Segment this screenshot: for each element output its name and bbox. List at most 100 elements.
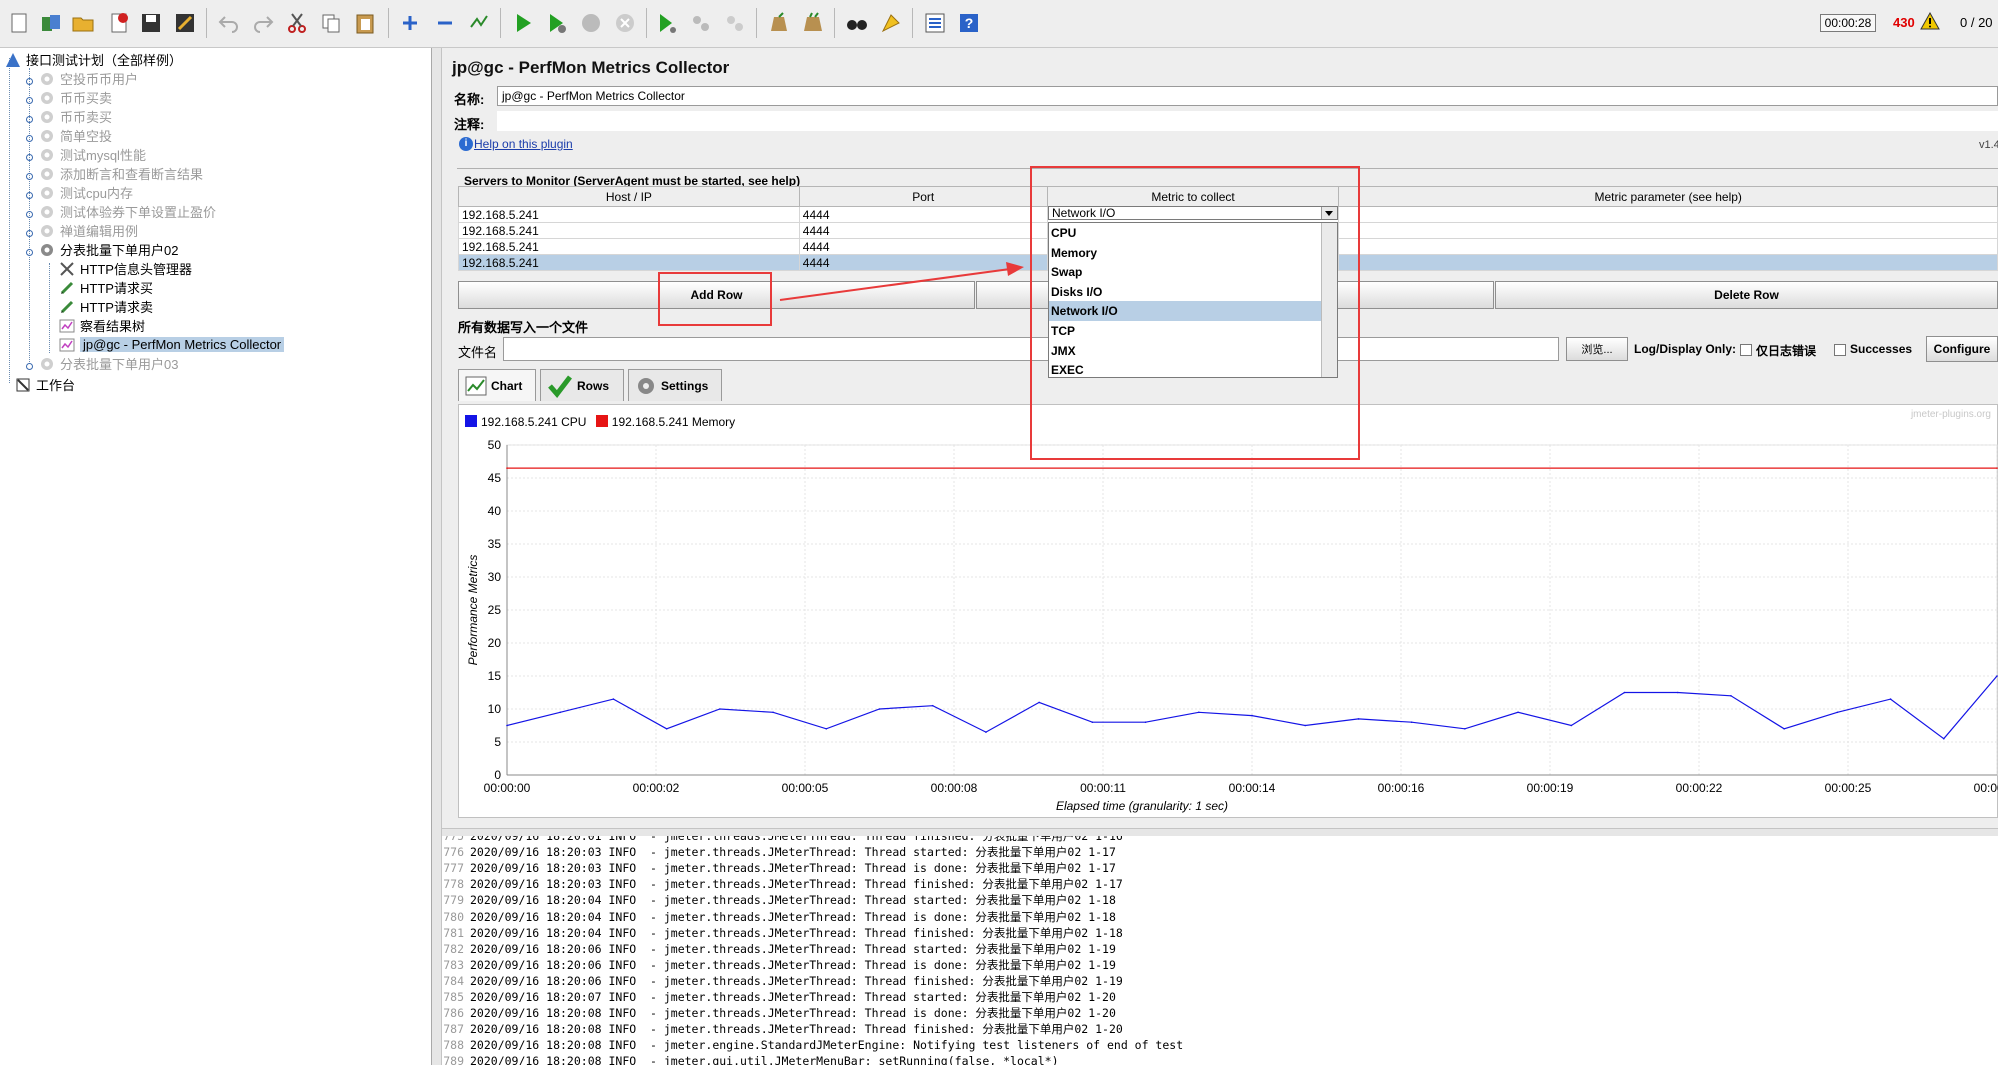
paste-icon[interactable]: [350, 8, 380, 38]
close-file-icon[interactable]: [104, 8, 134, 38]
table-cell-param[interactable]: [1338, 254, 1998, 271]
tree-node[interactable]: 添加断言和查看断言结果: [38, 164, 203, 183]
toolbar: ? 00:00:28 430 0 / 20: [0, 0, 1998, 48]
listener-icon: [58, 317, 76, 335]
help-icon[interactable]: ?: [954, 8, 984, 38]
configure-button[interactable]: Configure: [1926, 336, 1998, 362]
tree-node[interactable]: 察看结果树: [58, 316, 145, 335]
copy-icon[interactable]: [316, 8, 346, 38]
name-field[interactable]: jp@gc - PerfMon Metrics Collector: [497, 86, 1998, 106]
comment-field[interactable]: [497, 111, 1998, 131]
tree-node[interactable]: HTTP信息头管理器: [58, 259, 192, 278]
tree-node[interactable]: 空投币币用户: [38, 69, 138, 88]
expand-all-icon[interactable]: [395, 8, 425, 38]
cut-icon[interactable]: [282, 8, 312, 38]
table-cell-param[interactable]: [1338, 238, 1998, 255]
tree-expand-toggle[interactable]: [25, 93, 34, 104]
open-folder-icon[interactable]: [68, 8, 98, 38]
tree-expand-toggle[interactable]: [25, 226, 34, 237]
thread-group-icon: [38, 146, 56, 164]
column-header[interactable]: Host / IP: [458, 186, 800, 207]
templates-icon[interactable]: [36, 8, 66, 38]
table-cell-host[interactable]: 192.168.5.241: [458, 206, 800, 223]
tree-node[interactable]: 分表批量下单用户03: [38, 354, 178, 373]
tree-expand-toggle[interactable]: [25, 188, 34, 199]
tree-expand-toggle[interactable]: [25, 245, 34, 256]
tree-expand-toggle[interactable]: [25, 169, 34, 180]
log-line-text: 2020/09/16 18:20:08 INFO - jmeter.thread…: [470, 1022, 1123, 1037]
tree-expand-toggle[interactable]: [25, 112, 34, 123]
warning-icon[interactable]: [1920, 11, 1940, 33]
data-point: [1038, 701, 1040, 704]
tree-node[interactable]: 测试cpu内存: [38, 183, 133, 202]
tree-node[interactable]: 币币买卖: [38, 88, 112, 107]
errors-only-checkbox[interactable]: [1740, 344, 1752, 356]
tree-expand-toggle[interactable]: [25, 74, 34, 85]
collapse-all-icon[interactable]: [430, 8, 460, 38]
remote-start-icon[interactable]: [652, 8, 682, 38]
tree-node[interactable]: 简单空投: [38, 126, 112, 145]
shutdown-icon[interactable]: [610, 8, 640, 38]
tab-rows[interactable]: Rows: [540, 369, 624, 401]
svg-text:?: ?: [965, 15, 974, 31]
column-header[interactable]: Port: [798, 186, 1048, 207]
y-tick-label: 20: [488, 636, 502, 650]
help-link[interactable]: Help on this plugin: [474, 137, 573, 151]
table-cell-host[interactable]: 192.168.5.241: [458, 222, 800, 239]
undo-icon[interactable]: [214, 8, 244, 38]
start-no-pauses-icon[interactable]: [542, 8, 572, 38]
stop-icon[interactable]: [576, 8, 606, 38]
tree-expand-toggle[interactable]: [25, 131, 34, 142]
tree-label: 测试体验券下单设置止盈价: [60, 205, 217, 220]
x-tick-label: 00:00:11: [1080, 781, 1126, 795]
table-cell-port[interactable]: 4444: [798, 222, 1048, 239]
tree-node[interactable]: 测试mysql性能: [38, 145, 146, 164]
log-line: 778 2020/09/16 18:20:03 INFO - jmeter.thr…: [442, 876, 1123, 892]
table-cell-host[interactable]: 192.168.5.241: [458, 254, 800, 271]
save-screenshot-icon[interactable]: [170, 8, 200, 38]
log-divider[interactable]: [442, 828, 1998, 836]
browse-button[interactable]: 浏览...: [1566, 337, 1628, 361]
tree-node[interactable]: jp@gc - PerfMon Metrics Collector: [58, 335, 285, 354]
tree-root-plan[interactable]: 接口测试计划（全部样例）: [4, 50, 182, 69]
tree-node[interactable]: 分表批量下单用户02: [38, 240, 178, 259]
start-icon[interactable]: [508, 8, 538, 38]
table-cell-param[interactable]: [1338, 222, 1998, 239]
tree-workbench[interactable]: 工作台: [14, 375, 75, 394]
save-icon[interactable]: [136, 8, 166, 38]
data-point: [506, 467, 508, 469]
tree-expand-toggle[interactable]: [25, 207, 34, 218]
new-file-icon[interactable]: [4, 8, 34, 38]
remote-exit-icon[interactable]: [720, 8, 750, 38]
remote-stop-icon[interactable]: [686, 8, 716, 38]
clear-all-icon[interactable]: [798, 8, 828, 38]
data-point: [506, 724, 508, 727]
tab-settings[interactable]: Settings: [628, 369, 722, 401]
search-icon[interactable]: [842, 8, 872, 38]
column-header[interactable]: Metric parameter (see help): [1338, 186, 1998, 207]
tree-expand-toggle[interactable]: [25, 359, 34, 370]
tree-node[interactable]: 币币卖买: [38, 107, 112, 126]
table-cell-param[interactable]: [1338, 206, 1998, 223]
toggle-icon[interactable]: [464, 8, 494, 38]
clear-icon[interactable]: [764, 8, 794, 38]
log-line-number: 783: [443, 957, 464, 972]
tab-chart[interactable]: Chart: [458, 369, 536, 401]
tree-node[interactable]: HTTP请求买: [58, 278, 153, 297]
data-point: [1623, 691, 1626, 694]
reset-search-icon[interactable]: [876, 8, 906, 38]
redo-icon[interactable]: [248, 8, 278, 38]
tree-node[interactable]: 禅道编辑用例: [38, 221, 138, 240]
table-cell-port[interactable]: 4444: [798, 206, 1048, 223]
tree-expand-toggle[interactable]: [25, 150, 34, 161]
data-point: [1410, 721, 1413, 723]
delete-row-button[interactable]: Delete Row: [1495, 281, 1998, 309]
tree-node[interactable]: HTTP请求卖: [58, 297, 153, 316]
table-cell-host[interactable]: 192.168.5.241: [458, 238, 800, 255]
tree-node[interactable]: 测试体验券下单设置止盈价: [38, 202, 216, 221]
data-point: [1676, 691, 1679, 694]
function-helper-icon[interactable]: [920, 8, 950, 38]
split-pane-divider[interactable]: [432, 48, 442, 1065]
table-cell-port[interactable]: 4444: [798, 238, 1048, 255]
successes-checkbox[interactable]: [1834, 344, 1846, 356]
